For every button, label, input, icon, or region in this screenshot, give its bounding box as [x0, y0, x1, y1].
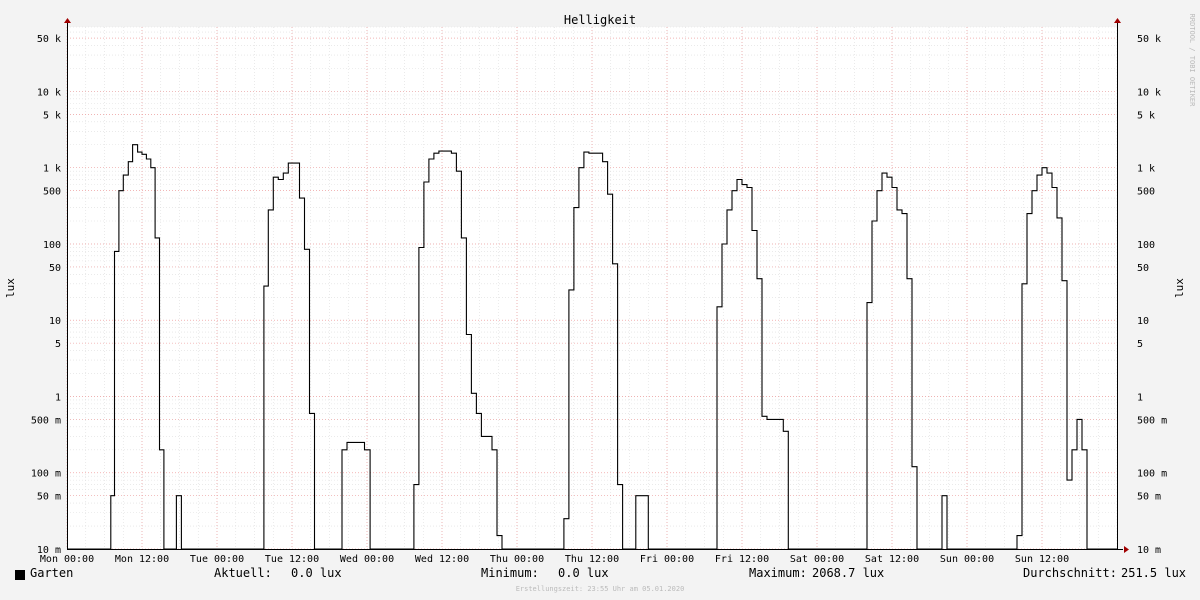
y-axis-label-left: lux [4, 278, 17, 298]
x-tick-label: Mon 12:00 [115, 554, 169, 565]
y-tick-label-right: 10 m [1137, 545, 1161, 556]
x-tick-label: Tue 12:00 [265, 554, 319, 565]
y-tick-label-left: 1 k [43, 164, 61, 175]
aktuell-label: Aktuell: [214, 566, 272, 580]
y-tick-label-right: 50 m [1137, 492, 1161, 503]
minimum-value: 0.0 lux [558, 566, 609, 580]
x-tick-label: Fri 00:00 [640, 554, 694, 565]
y-axis-arrow-right [1114, 18, 1121, 23]
x-tick-label: Sat 00:00 [790, 554, 844, 565]
x-tick-label: Wed 00:00 [340, 554, 394, 565]
watermark: RRDTOOL / TOBI OETIKER [1188, 14, 1196, 108]
y-tick-label-right: 1 k [1137, 164, 1155, 175]
x-tick-label: Sun 00:00 [940, 554, 994, 565]
y-tick-label-right: 100 m [1137, 469, 1167, 480]
x-tick-label: Fri 12:00 [715, 554, 769, 565]
x-tick-label: Sun 12:00 [1015, 554, 1069, 565]
y-tick-label-left: 10 [49, 316, 61, 327]
footer-creation-time: Erstellungszeit: 23:55 Uhr am 05.01.2020 [515, 585, 685, 593]
maximum-label: Maximum: [749, 566, 807, 580]
x-tick-label: Wed 12:00 [415, 554, 469, 565]
y-axis-label-right: lux [1173, 278, 1186, 298]
x-tick-label: Sat 12:00 [865, 554, 919, 565]
y-tick-label-right: 10 [1137, 316, 1149, 327]
y-tick-label-right: 100 [1137, 240, 1155, 251]
chart: 10 m 10 m50 m 50 m100 m 100 m500 m 500 m1 15 5… [4, 13, 1196, 565]
y-tick-label-right: 500 m [1137, 415, 1167, 426]
durchschnitt-value: 251.5 lux [1121, 566, 1187, 580]
y-tick-label-left: 1 [55, 392, 61, 403]
y-tick-label-right: 5 [1137, 339, 1143, 350]
y-tick-label-left: 100 [43, 240, 61, 251]
legend-swatch [15, 570, 25, 580]
y-tick-label-left: 50 k [37, 34, 61, 45]
x-tick-label: Tue 00:00 [190, 554, 244, 565]
chart-title: Helligkeit [564, 13, 636, 27]
legend-series-name: Garten [30, 566, 74, 580]
x-tick-label: Thu 12:00 [565, 554, 619, 565]
y-tick-label-left: 5 [55, 339, 61, 350]
legend: Garten Aktuell: 0.0 lux Minimum: 0.0 lux… [0, 566, 1200, 584]
y-axis-arrow-left [64, 18, 71, 23]
y-tick-label-right: 5 k [1137, 110, 1155, 121]
x-axis-arrow [1124, 546, 1129, 553]
aktuell-value: 0.0 lux [291, 566, 342, 580]
y-tick-label-left: 500 m [31, 415, 61, 426]
y-tick-label-right: 50 [1137, 263, 1149, 274]
maximum-value: 2068.7 lux [812, 566, 885, 580]
x-tick-label: Thu 00:00 [490, 554, 544, 565]
y-tick-label-right: 500 [1137, 187, 1155, 198]
y-tick-label-right: 1 [1137, 392, 1143, 403]
x-tick-label: Mon 00:00 [40, 554, 94, 565]
durchschnitt-label: Durchschnitt: [1023, 566, 1117, 580]
y-tick-label-left: 500 [43, 187, 61, 198]
y-tick-label-left: 100 m [31, 469, 61, 480]
minimum-label: Minimum: [481, 566, 539, 580]
y-tick-label-left: 50 [49, 263, 61, 274]
y-tick-label-left: 5 k [43, 110, 61, 121]
y-tick-label-left: 50 m [37, 492, 61, 503]
y-tick-label-right: 10 k [1137, 87, 1161, 98]
y-tick-label-right: 50 k [1137, 34, 1161, 45]
y-tick-label-left: 10 k [37, 87, 61, 98]
